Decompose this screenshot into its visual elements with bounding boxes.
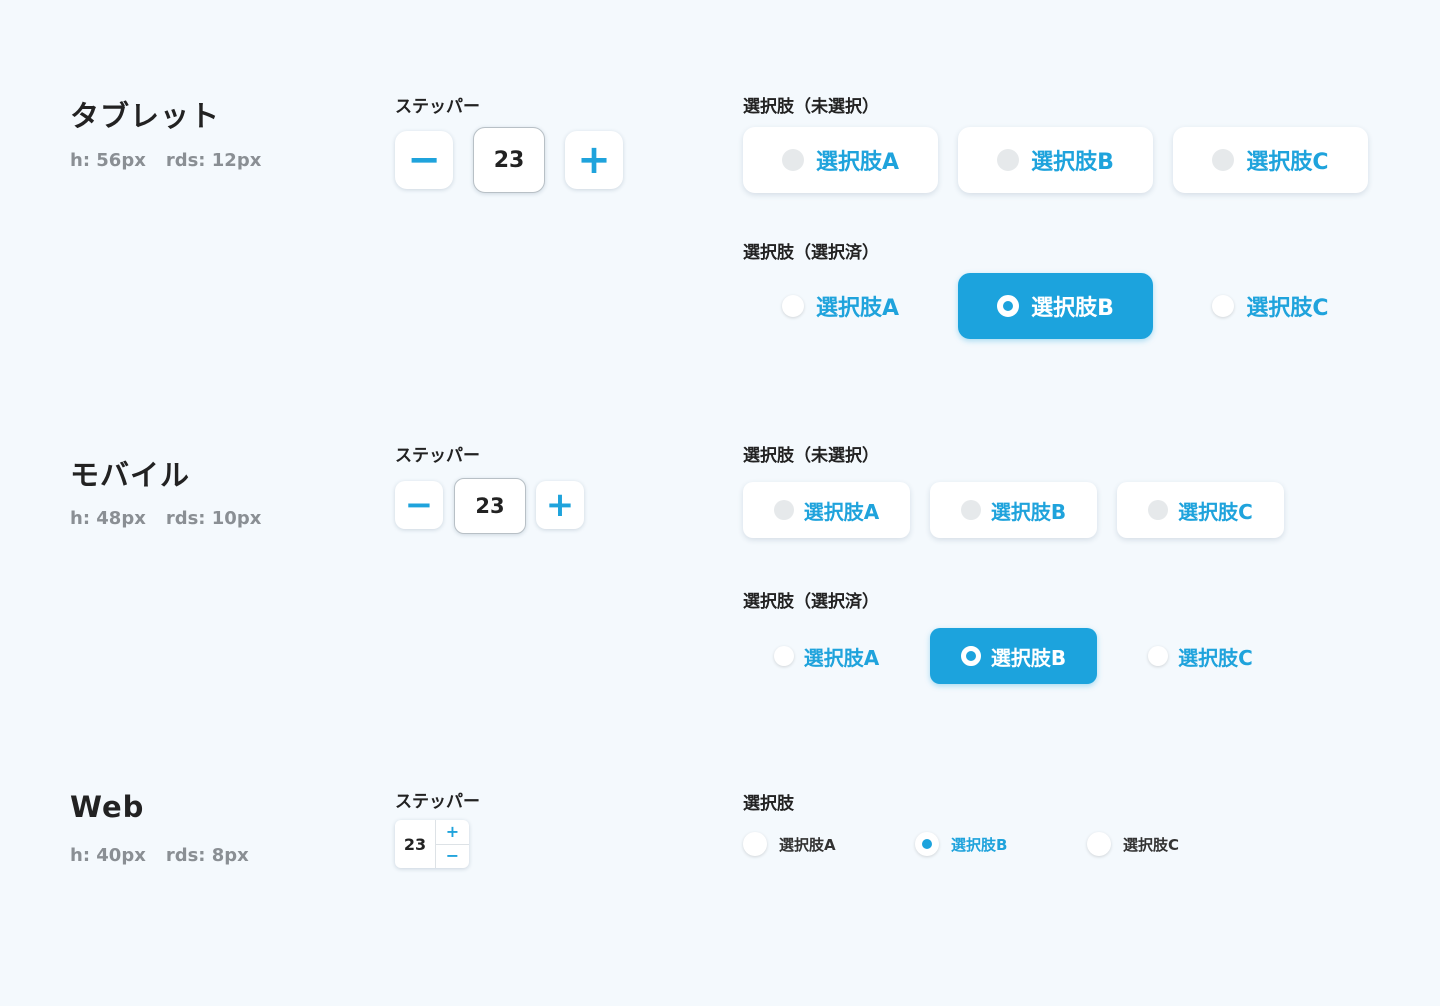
option-label: 選択肢B <box>1031 150 1114 175</box>
web-option-b[interactable]: 選択肢B <box>915 832 1007 856</box>
web-radius: rds: 8px <box>165 845 249 866</box>
radio-checked-icon <box>960 646 981 666</box>
mobile-meta: h: 48px rds: 10px <box>70 508 261 529</box>
web-meta: h: 40px rds: 8px <box>70 845 249 866</box>
tablet-height: h: 56px <box>70 150 146 171</box>
tablet-unselected-option-c[interactable]: 選択肢C <box>1173 127 1368 193</box>
option-label: 選択肢B <box>990 645 1067 670</box>
tablet-radius: rds: 12px <box>165 150 262 171</box>
web-decrement-button[interactable]: − <box>436 845 469 869</box>
mobile-title: モバイル <box>70 458 191 492</box>
option-label: 選択肢C <box>1123 835 1180 854</box>
radio-icon <box>743 832 767 856</box>
web-option-a[interactable]: 選択肢A <box>743 832 836 856</box>
mobile-unselected-option-b[interactable]: 選択肢B <box>930 482 1097 538</box>
radio-checked-icon <box>915 832 939 856</box>
option-label: 選択肢C <box>1178 499 1253 524</box>
minus-icon: − <box>404 485 434 525</box>
web-stepper-arrows: + − <box>436 820 469 868</box>
plus-icon: + <box>545 485 575 525</box>
radio-icon <box>1148 500 1169 520</box>
option-label: 選択肢B <box>951 835 1008 854</box>
web-option-c[interactable]: 選択肢C <box>1087 832 1179 856</box>
web-choices-label: 選択肢 <box>743 794 794 814</box>
option-label: 選択肢A <box>815 150 900 175</box>
option-label: 選択肢A <box>803 499 880 524</box>
minus-icon: − <box>407 137 441 183</box>
tablet-unselected-option-a[interactable]: 選択肢A <box>743 127 938 193</box>
tablet-increment-button[interactable]: + <box>565 131 623 189</box>
web-title: Web <box>70 790 145 824</box>
option-label: 選択肢B <box>1031 296 1114 321</box>
radio-icon <box>1148 646 1169 666</box>
option-label: 選択肢C <box>1178 645 1253 670</box>
mobile-selected-option-b[interactable]: 選択肢B <box>930 628 1097 684</box>
tablet-selected-option-a[interactable]: 選択肢A <box>743 273 938 339</box>
radio-icon <box>781 295 804 317</box>
radio-icon <box>1087 832 1111 856</box>
tablet-decrement-button[interactable]: − <box>395 131 453 189</box>
option-label: 選択肢C <box>1246 150 1329 175</box>
radio-icon <box>960 500 981 520</box>
mobile-selected-option-a[interactable]: 選択肢A <box>743 628 910 684</box>
mobile-unselected-option-a[interactable]: 選択肢A <box>743 482 910 538</box>
mobile-stepper-label: ステッパー <box>395 446 480 466</box>
tablet-meta: h: 56px rds: 12px <box>70 150 261 171</box>
mobile-unselected-option-c[interactable]: 選択肢C <box>1117 482 1284 538</box>
radio-icon <box>773 500 794 520</box>
mobile-height: h: 48px <box>70 508 146 529</box>
mobile-selected-label: 選択肢（選択済） <box>743 592 879 612</box>
mobile-selected-option-c[interactable]: 選択肢C <box>1117 628 1284 684</box>
tablet-selected-option-c[interactable]: 選択肢C <box>1173 273 1368 339</box>
web-stepper-value[interactable]: 23 <box>395 820 436 868</box>
mobile-stepper-value[interactable]: 23 <box>454 478 526 534</box>
tablet-selected-option-b[interactable]: 選択肢B <box>958 273 1153 339</box>
tablet-unselected-option-b[interactable]: 選択肢B <box>958 127 1153 193</box>
option-label: 選択肢A <box>803 645 880 670</box>
option-label: 選択肢A <box>779 835 836 854</box>
radio-icon <box>1212 149 1235 171</box>
mobile-unselected-label: 選択肢（未選択） <box>743 446 879 466</box>
radio-checked-icon <box>997 295 1020 317</box>
radio-icon <box>781 149 804 171</box>
option-label: 選択肢B <box>990 499 1067 524</box>
tablet-selected-label: 選択肢（選択済） <box>743 243 879 263</box>
option-label: 選択肢A <box>815 296 900 321</box>
web-increment-button[interactable]: + <box>436 820 469 845</box>
tablet-stepper-label: ステッパー <box>395 97 480 117</box>
tablet-stepper-value[interactable]: 23 <box>473 127 545 193</box>
tablet-unselected-label: 選択肢（未選択） <box>743 97 879 117</box>
mobile-decrement-button[interactable]: − <box>395 481 443 529</box>
radio-icon <box>997 149 1020 171</box>
plus-icon: + <box>577 137 611 183</box>
tablet-title: タブレット <box>70 99 221 133</box>
option-label: 選択肢C <box>1246 296 1329 321</box>
web-height: h: 40px <box>70 845 146 866</box>
radio-icon <box>1212 295 1235 317</box>
mobile-radius: rds: 10px <box>165 508 262 529</box>
mobile-increment-button[interactable]: + <box>536 481 584 529</box>
web-stepper: 23 + − <box>395 820 469 868</box>
radio-icon <box>773 646 794 666</box>
web-stepper-label: ステッパー <box>395 792 480 812</box>
